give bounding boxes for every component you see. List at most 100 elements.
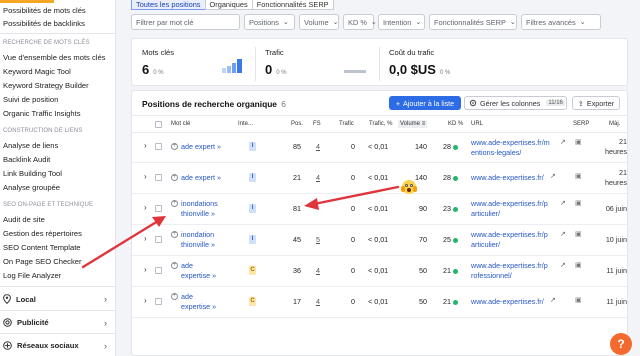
intent-dropdown[interactable]: Intention ⌄	[378, 14, 425, 30]
column-header-position[interactable]: Pos.	[291, 121, 303, 127]
row-checkbox[interactable]	[155, 143, 162, 150]
sidebar-category-local[interactable]: Local	[3, 294, 36, 304]
sidebar-item-organic-traffic-insights[interactable]: Organic Traffic Insights	[3, 109, 81, 118]
tab-organic[interactable]: Organiques	[204, 0, 253, 10]
serp-screenshot-icon[interactable]: ▣	[575, 296, 582, 304]
sidebar-item-seo-content-template[interactable]: SEO Content Template	[3, 243, 81, 252]
column-header-volume[interactable]: Volume ≡	[398, 120, 428, 128]
add-keyword-icon[interactable]: +	[171, 200, 178, 207]
column-header-serp[interactable]: SERP	[573, 121, 589, 127]
chevron-down-icon: ⌄	[283, 19, 289, 26]
sidebar-item-keyword-strategy-builder[interactable]: Keyword Strategy Builder	[3, 81, 89, 90]
expand-row-chevron-icon[interactable]: ›	[144, 296, 147, 305]
expand-row-chevron-icon[interactable]: ›	[144, 234, 147, 243]
expand-row-chevron-icon[interactable]: ›	[144, 172, 147, 181]
add-keyword-icon[interactable]: +	[171, 262, 178, 269]
serp-features-count[interactable]: 4	[316, 297, 320, 306]
sidebar-item-backlink-opportunities[interactable]: Possibilités de backlinks	[3, 19, 85, 28]
ranking-url-link[interactable]: www.ade-expertises.fr/p articulier/	[471, 230, 548, 250]
stat-change: 0 %	[276, 70, 287, 76]
sidebar-item-keyword-opportunities[interactable]: Possibilités de mots clés	[3, 6, 86, 15]
advanced-filters-dropdown[interactable]: Filtres avancés ⌄	[521, 14, 601, 30]
serp-screenshot-icon[interactable]: ▣	[575, 199, 582, 207]
add-keyword-icon[interactable]: +	[171, 143, 178, 150]
external-link-icon[interactable]: ↗	[560, 199, 566, 207]
sidebar-item-on-page-seo-checker[interactable]: On Page SEO Checker	[3, 257, 82, 266]
ranking-url-link[interactable]: www.ade-expertises.fr/p rofessionnel/	[471, 261, 548, 281]
sidebar-item-log-file-analyzer[interactable]: Log File Analyzer	[3, 271, 61, 280]
keyword-filter-input[interactable]: Filtrer par mot clé	[131, 14, 240, 30]
ranking-url-link[interactable]: www.ade-expertises.fr/	[471, 297, 544, 307]
ranking-url-link[interactable]: www.ade-expertises.fr/p articulier/	[471, 199, 548, 219]
help-button[interactable]: ?	[610, 333, 632, 355]
expand-row-chevron-icon[interactable]: ›	[144, 141, 147, 150]
sidebar-category-advertising[interactable]: Publicité	[3, 318, 49, 327]
keyword-link[interactable]: + ade expert »	[171, 173, 221, 183]
keyword-link[interactable]: + ade expertise »	[171, 292, 216, 312]
keyword-link[interactable]: + ade expertise »	[171, 261, 216, 281]
external-link-icon[interactable]: ↗	[560, 138, 566, 146]
row-checkbox[interactable]	[155, 205, 162, 212]
expand-row-chevron-icon[interactable]: ›	[144, 265, 147, 274]
social-icon	[3, 341, 12, 350]
sidebar-item-keyword-overview[interactable]: Vue d'ensemble des mots clés	[3, 53, 105, 62]
add-keyword-icon[interactable]: +	[171, 293, 178, 300]
select-all-checkbox[interactable]	[155, 121, 162, 128]
tab-serp-features[interactable]: Fonctionnalités SERP	[251, 0, 334, 10]
sidebar-item-keyword-magic-tool[interactable]: Keyword Magic Tool	[3, 67, 71, 76]
column-header-keyword[interactable]: Mot clé	[171, 121, 190, 127]
keyword-line: ade expert	[181, 173, 215, 182]
serp-features-dropdown[interactable]: Fonctionnalités SERP ⌄	[429, 14, 517, 30]
keyword-link[interactable]: + ade expert »	[171, 142, 221, 152]
column-header-url[interactable]: URL	[471, 121, 483, 127]
ranking-url-link[interactable]: www.ade-expertises.fr/	[471, 173, 544, 183]
positions-dropdown[interactable]: Positions ⌄	[244, 14, 295, 30]
kd-dropdown[interactable]: KD % ⌄	[343, 14, 377, 30]
tab-all-positions[interactable]: Toutes les positions	[131, 0, 206, 10]
manage-columns-button[interactable]: Gérer les colonnes 11/16	[464, 96, 567, 110]
column-header-traffic-percent[interactable]: Trafic, %	[369, 121, 392, 127]
column-header-intent[interactable]: Inte...	[238, 121, 253, 127]
expand-row-chevron-icon[interactable]: ›	[144, 203, 147, 212]
serp-features-count[interactable]: 4	[316, 142, 320, 151]
export-icon: ⇪	[577, 98, 584, 108]
sidebar-item-site-audit[interactable]: Audit de site	[3, 215, 45, 224]
serp-screenshot-icon[interactable]: ▣	[575, 138, 582, 146]
serp-features-count[interactable]: 4	[316, 266, 320, 275]
serp-features-count[interactable]: 5	[316, 235, 320, 244]
sidebar-category-social-media[interactable]: Réseaux sociaux	[3, 341, 79, 350]
sidebar-item-listing-management[interactable]: Gestion des répertoires	[3, 229, 82, 238]
external-link-icon[interactable]: ↗	[560, 230, 566, 238]
add-keyword-icon[interactable]: +	[171, 231, 178, 238]
export-button[interactable]: ⇪ Exporter	[572, 96, 620, 110]
ranking-url-link[interactable]: www.ade-expertises.fr/m entions-legales/	[471, 138, 550, 158]
sidebar-item-link-building-tool[interactable]: Link Building Tool	[3, 169, 62, 178]
keyword-link[interactable]: + inondation thionville »	[171, 230, 215, 250]
serp-screenshot-icon[interactable]: ▣	[575, 261, 582, 269]
add-to-list-button[interactable]: + Ajouter à la liste	[389, 96, 461, 110]
chevron-down-icon: ⌄	[370, 19, 377, 26]
add-keyword-icon[interactable]: +	[171, 174, 178, 181]
sidebar-item-link-analysis[interactable]: Analyse de liens	[3, 141, 58, 150]
sidebar-item-bulk-analysis[interactable]: Analyse groupée	[3, 183, 60, 192]
keyword-link[interactable]: + inondations thionville »	[171, 199, 218, 219]
column-header-kd[interactable]: KD %	[448, 121, 463, 127]
serp-screenshot-icon[interactable]: ▣	[575, 230, 582, 238]
column-header-updated[interactable]: Màj.	[609, 121, 620, 127]
external-link-icon[interactable]: ↗	[560, 261, 566, 269]
column-header-traffic[interactable]: Trafic	[339, 121, 354, 127]
external-link-icon[interactable]: ↗	[550, 172, 556, 180]
row-checkbox[interactable]	[155, 236, 162, 243]
row-checkbox[interactable]	[155, 298, 162, 305]
row-checkbox[interactable]	[155, 267, 162, 274]
serp-features-count[interactable]: 4	[316, 173, 320, 182]
serp-screenshot-icon[interactable]: ▣	[575, 172, 582, 180]
sidebar-item-backlink-audit[interactable]: Backlink Audit	[3, 155, 50, 164]
volume-dropdown[interactable]: Volume ⌄	[299, 14, 339, 30]
updated-line: heures	[605, 178, 627, 187]
external-link-icon[interactable]: ↗	[550, 296, 556, 304]
sidebar-divider	[0, 286, 115, 287]
column-header-serp-features[interactable]: FS	[313, 121, 321, 127]
row-checkbox[interactable]	[155, 174, 162, 181]
sidebar-item-position-tracking[interactable]: Suivi de position	[3, 95, 58, 104]
